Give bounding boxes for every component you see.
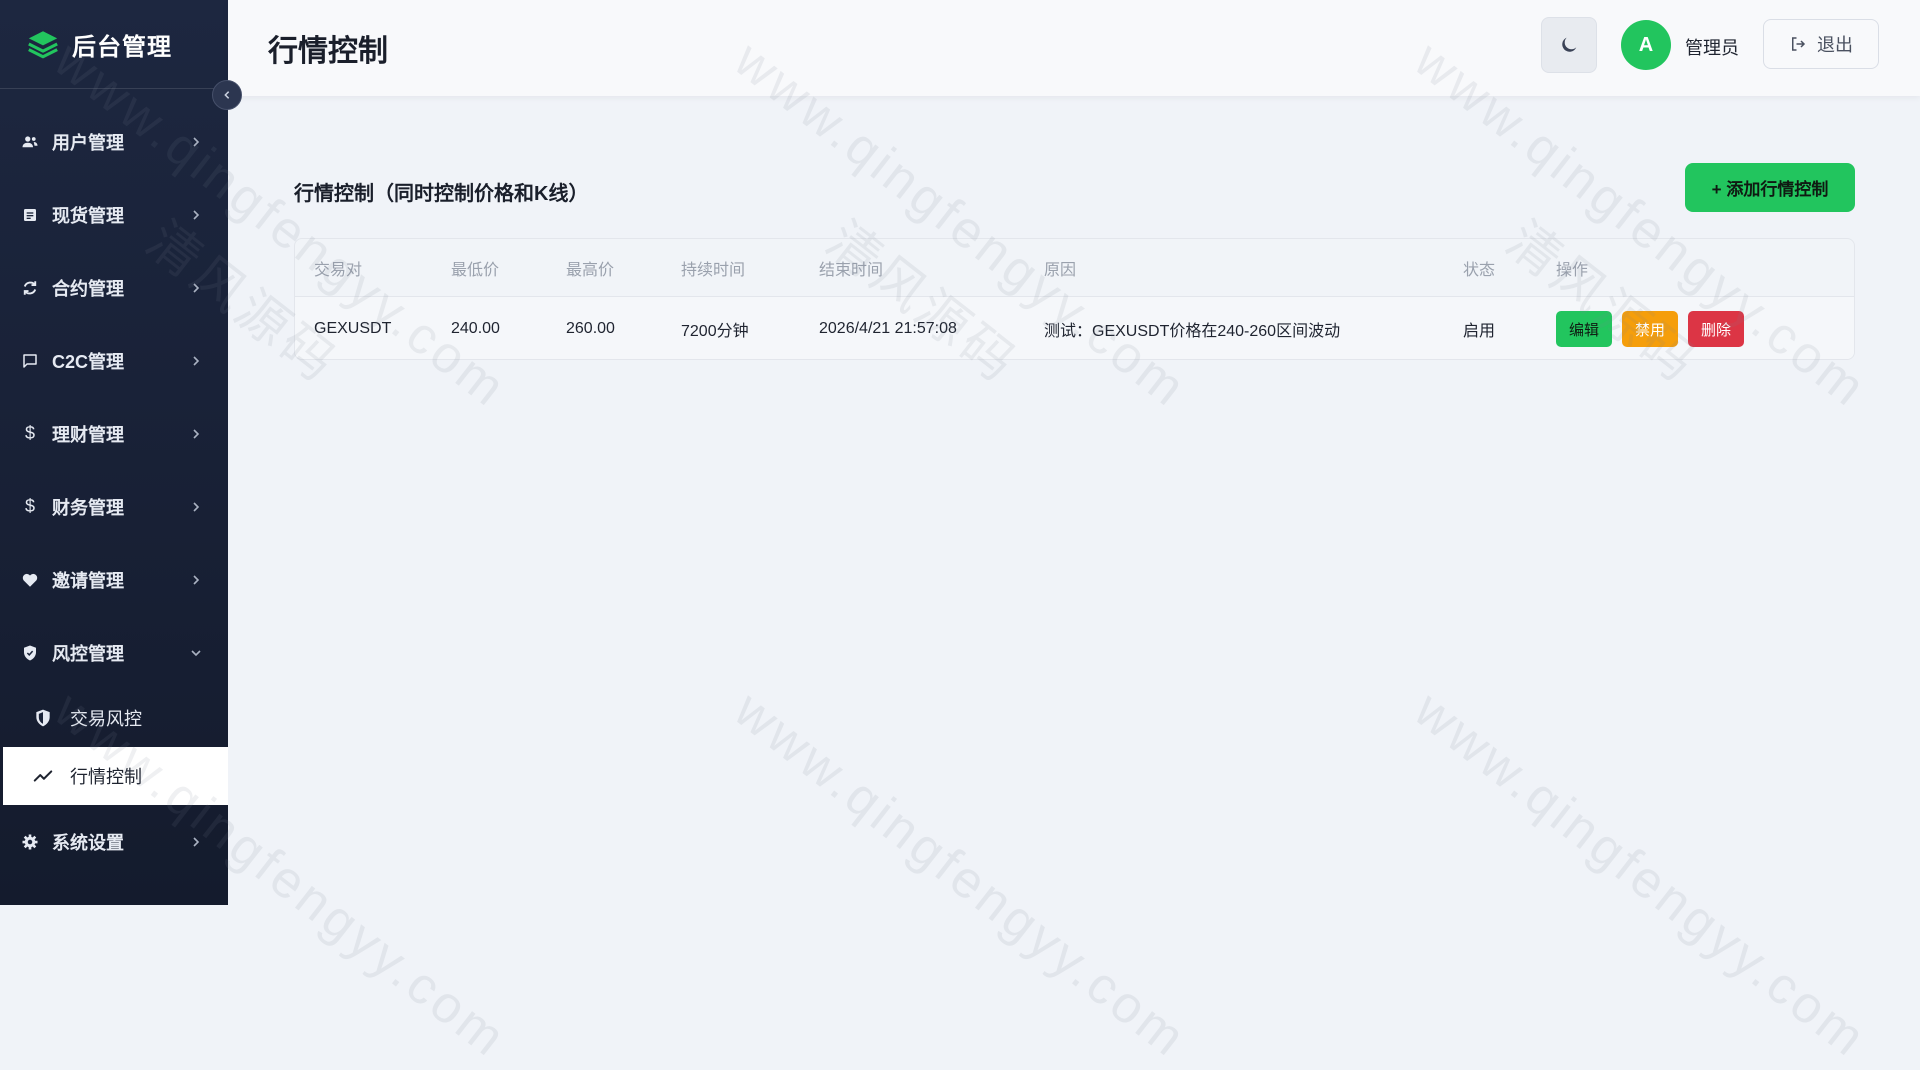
cell-reason: 测试：GEXUSDT价格在240-260区间波动 <box>1044 323 1341 340</box>
sidebar-item-label: 风控管理 <box>52 643 124 664</box>
sidebar-item-label: 系统设置 <box>52 832 124 853</box>
cell-actions: 编辑 禁用 删除 <box>1556 297 1754 359</box>
sidebar-item-finance[interactable]: $ 财务管理 <box>0 470 228 543</box>
brand[interactable]: 后台管理 <box>0 0 228 89</box>
trend-line-icon <box>32 765 54 787</box>
sidebar-item-label: 邀请管理 <box>52 570 124 591</box>
edit-button[interactable]: 编辑 <box>1556 311 1613 347</box>
logout-label: 退出 <box>1817 35 1853 55</box>
delete-button[interactable]: 删除 <box>1688 311 1745 347</box>
theme-toggle-button[interactable] <box>1541 17 1597 73</box>
sidebar-item-contract[interactable]: 合约管理 <box>0 251 228 324</box>
sidebar-subitem-label: 交易风控 <box>70 709 142 729</box>
logout-button[interactable]: 退出 <box>1763 19 1879 69</box>
chevron-right-icon <box>193 209 200 220</box>
sidebar-item-label: 用户管理 <box>52 132 124 153</box>
sidebar-item-label: 现货管理 <box>52 205 124 226</box>
cell-max-price: 260.00 <box>566 320 615 337</box>
chevron-down-icon <box>191 649 201 656</box>
sidebar: 后台管理 用户管理 现货管理 合约管理 C2C管理 $ 理财管理 $ 财务管理 … <box>0 0 228 905</box>
chevron-right-icon <box>193 136 200 147</box>
sidebar-item-users[interactable]: 用户管理 <box>0 105 228 178</box>
column-header-reason: 原因 <box>1044 261 1077 279</box>
refresh-icon <box>20 278 40 298</box>
sidebar-subitem-trade-risk[interactable]: 交易风控 <box>0 689 228 747</box>
sidebar-item-settings[interactable]: 系统设置 <box>0 805 228 878</box>
gear-icon <box>20 832 40 852</box>
users-icon <box>20 132 40 152</box>
user-name[interactable]: 管理员 <box>1685 34 1739 60</box>
sidebar-item-c2c[interactable]: C2C管理 <box>0 324 228 397</box>
heart-icon <box>20 570 40 590</box>
chevron-right-icon <box>193 428 200 439</box>
column-header-duration: 持续时间 <box>681 261 746 279</box>
sidebar-item-spot[interactable]: 现货管理 <box>0 178 228 251</box>
chevron-left-icon <box>224 91 230 99</box>
sidebar-item-invite[interactable]: 邀请管理 <box>0 543 228 616</box>
table-header: 交易对 最低价 最高价 持续时间 结束时间 原因 状态 操作 <box>295 239 1854 297</box>
document-icon <box>20 205 40 225</box>
sidebar-item-finance-products[interactable]: $ 理财管理 <box>0 397 228 470</box>
cell-status: 启用 <box>1463 323 1496 340</box>
column-header-max-price: 最高价 <box>566 261 615 279</box>
column-header-pair: 交易对 <box>314 261 363 279</box>
shield-icon <box>20 643 40 663</box>
brand-name: 后台管理 <box>72 33 172 61</box>
column-header-actions: 操作 <box>1556 261 1589 279</box>
cell-end-time: 2026/4/21 21:57:08 <box>819 320 957 337</box>
chevron-right-icon <box>193 836 200 847</box>
sidebar-item-label: C2C管理 <box>52 351 125 372</box>
chevron-right-icon <box>193 282 200 293</box>
column-header-end-time: 结束时间 <box>819 261 884 279</box>
disable-button[interactable]: 禁用 <box>1622 311 1679 347</box>
market-control-table: 交易对 最低价 最高价 持续时间 结束时间 原因 状态 操作 GEXUSDT 2… <box>294 238 1855 360</box>
sidebar-item-label: 理财管理 <box>52 424 124 445</box>
avatar[interactable]: A <box>1621 20 1671 70</box>
sidebar-item-risk[interactable]: 风控管理 <box>0 616 228 689</box>
column-header-min-price: 最低价 <box>451 261 500 279</box>
watermark: www.qingfengyy.com <box>723 680 1198 1070</box>
layers-icon <box>28 31 58 59</box>
table-row: GEXUSDT 240.00 260.00 7200分钟 2026/4/21 2… <box>295 297 1854 359</box>
dollar-icon: $ <box>24 423 35 443</box>
sidebar-subitem-label: 行情控制 <box>70 767 142 787</box>
top-header: 行情控制 A 管理员 退出 <box>228 0 1920 96</box>
chat-icon <box>20 351 40 371</box>
watermark: www.qingfengyy.com <box>1403 680 1878 1070</box>
section-title: 行情控制（同时控制价格和K线） <box>294 183 589 205</box>
shield-check-icon <box>32 707 54 729</box>
chevron-right-icon <box>193 574 200 585</box>
cell-min-price: 240.00 <box>451 320 500 337</box>
sidebar-nav: 用户管理 现货管理 合约管理 C2C管理 $ 理财管理 $ 财务管理 邀请管理 … <box>0 105 228 878</box>
add-market-control-button[interactable]: + 添加行情控制 <box>1685 163 1855 212</box>
sidebar-item-label: 合约管理 <box>52 278 124 299</box>
cell-duration: 7200分钟 <box>681 323 749 340</box>
logout-icon <box>1792 37 1806 51</box>
chevron-right-icon <box>193 355 200 366</box>
sidebar-item-label: 财务管理 <box>52 497 124 518</box>
cell-pair: GEXUSDT <box>314 320 392 337</box>
page-title: 行情控制 <box>268 35 388 68</box>
moon-icon <box>1562 37 1577 52</box>
dollar-icon: $ <box>24 496 35 516</box>
chevron-right-icon <box>193 501 200 512</box>
sidebar-subitem-market-control[interactable]: 行情控制 <box>3 747 228 805</box>
column-header-status: 状态 <box>1463 261 1496 279</box>
sidebar-collapse-button[interactable] <box>212 80 242 110</box>
